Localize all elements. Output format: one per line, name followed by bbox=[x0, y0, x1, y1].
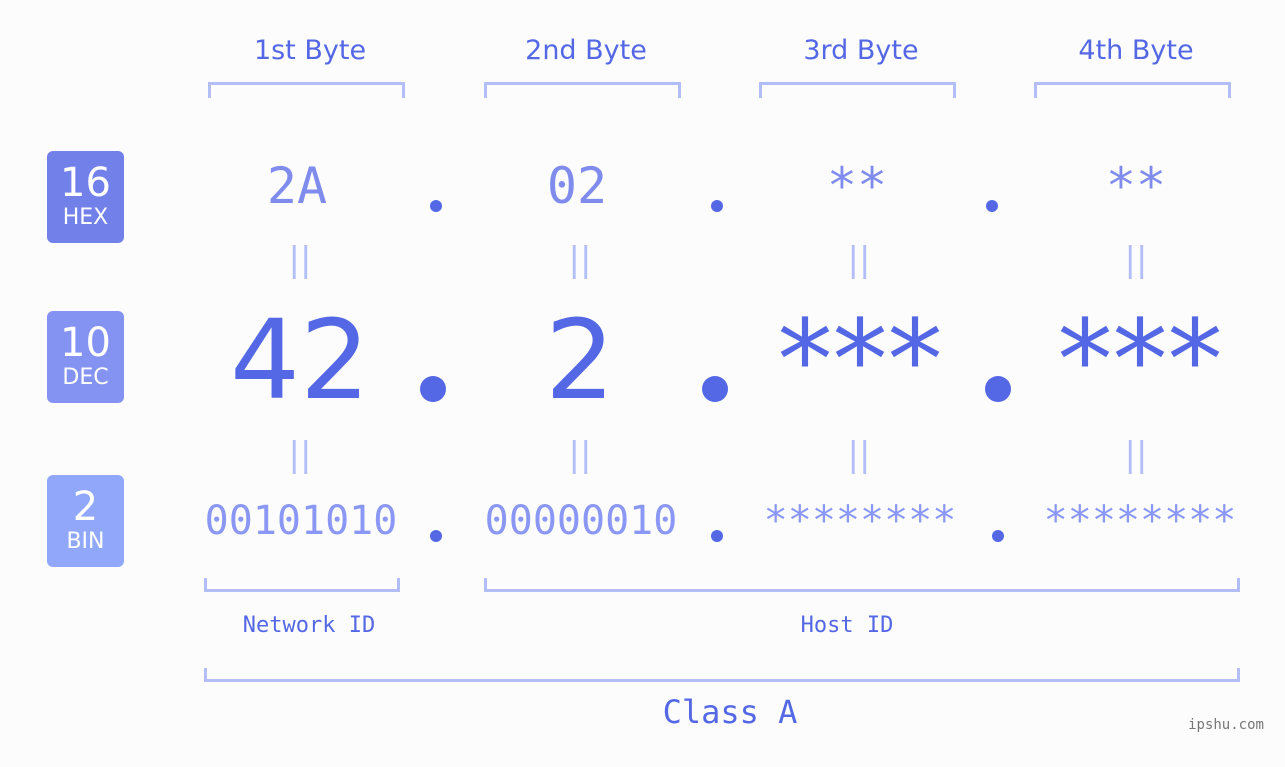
dec-separator-dot bbox=[702, 376, 728, 402]
host-id-label: Host ID bbox=[800, 613, 894, 638]
equals-sign: || bbox=[288, 435, 312, 475]
bin-separator-dot bbox=[992, 530, 1004, 542]
hex-separator-dot bbox=[986, 200, 998, 212]
hex-badge-number: 16 bbox=[60, 160, 111, 206]
dec-byte-3: *** bbox=[777, 296, 943, 424]
hex-separator-dot bbox=[430, 200, 442, 212]
bin-badge: 2 BIN bbox=[47, 475, 124, 567]
bin-separator-dot bbox=[711, 530, 723, 542]
dec-separator-dot bbox=[985, 376, 1011, 402]
hex-byte-4: ** bbox=[1105, 157, 1167, 215]
watermark: ipshu.com bbox=[1188, 717, 1264, 733]
dec-byte-4: *** bbox=[1057, 296, 1223, 424]
bin-byte-2: 00000010 bbox=[484, 498, 678, 544]
dec-badge-number: 10 bbox=[60, 320, 111, 366]
dec-badge: 10 DEC bbox=[47, 311, 124, 403]
dec-separator-dot bbox=[420, 376, 446, 402]
hex-badge: 16 HEX bbox=[47, 151, 124, 243]
hex-badge-label: HEX bbox=[62, 205, 109, 230]
hex-separator-dot bbox=[711, 200, 723, 212]
equals-sign: || bbox=[847, 435, 871, 475]
byte-header-2: 2nd Byte bbox=[525, 35, 647, 66]
equals-sign: || bbox=[1124, 240, 1148, 280]
byte-bracket-2 bbox=[484, 82, 681, 98]
byte-bracket-3 bbox=[759, 82, 956, 98]
dec-badge-label: DEC bbox=[62, 365, 109, 390]
network-id-label: Network ID bbox=[242, 613, 376, 638]
equals-sign: || bbox=[568, 435, 592, 475]
hex-byte-2: 02 bbox=[546, 157, 608, 215]
host-id-bracket bbox=[484, 578, 1240, 592]
bin-byte-4: ******** bbox=[1043, 498, 1237, 544]
byte-header-4: 4th Byte bbox=[1078, 35, 1194, 66]
hex-byte-3: ** bbox=[826, 157, 888, 215]
dec-byte-2: 2 bbox=[545, 296, 615, 424]
network-id-bracket bbox=[204, 578, 400, 592]
bin-byte-1: 00101010 bbox=[204, 498, 398, 544]
dec-byte-1: 42 bbox=[230, 296, 370, 424]
equals-sign: || bbox=[568, 240, 592, 280]
bin-separator-dot bbox=[430, 530, 442, 542]
bin-badge-label: BIN bbox=[66, 529, 105, 554]
class-bracket bbox=[204, 668, 1240, 682]
equals-sign: || bbox=[288, 240, 312, 280]
equals-sign: || bbox=[1124, 435, 1148, 475]
byte-header-3: 3rd Byte bbox=[803, 35, 919, 66]
byte-bracket-4 bbox=[1034, 82, 1231, 98]
hex-byte-1: 2A bbox=[266, 157, 328, 215]
byte-bracket-1 bbox=[208, 82, 405, 98]
equals-sign: || bbox=[847, 240, 871, 280]
byte-header-1: 1st Byte bbox=[253, 35, 367, 66]
class-label: Class A bbox=[662, 693, 798, 731]
bin-badge-number: 2 bbox=[72, 484, 99, 530]
bin-byte-3: ******** bbox=[763, 498, 957, 544]
